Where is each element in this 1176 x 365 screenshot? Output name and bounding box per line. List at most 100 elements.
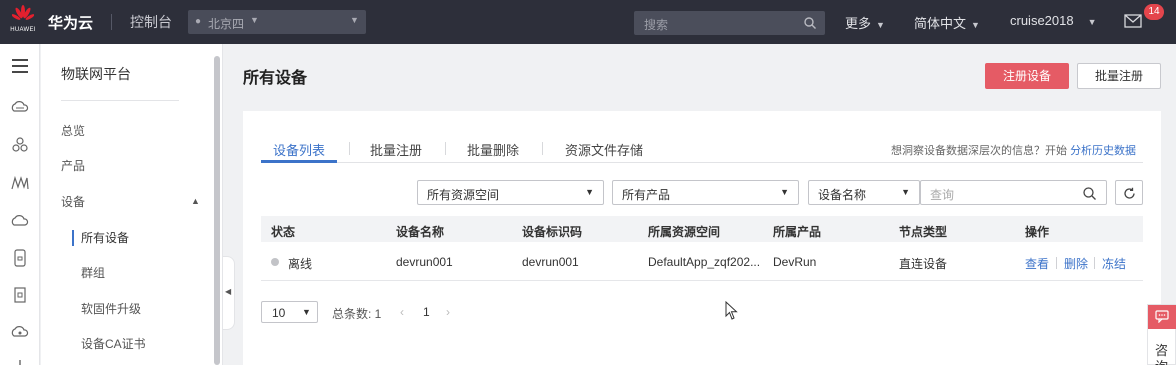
sidebar-item-device-ca[interactable]: 设备CA证书	[81, 335, 146, 352]
sidebar-scrollbar[interactable]	[214, 56, 220, 365]
console-link[interactable]: 控制台	[130, 12, 172, 32]
search-field-value: 设备名称	[818, 188, 867, 202]
sidebar-title: 物联网平台	[61, 66, 131, 82]
mail-count-badge: 14	[1144, 4, 1164, 20]
collapse-sidebar-button[interactable]: ◀	[223, 256, 235, 330]
service-icon-rail	[0, 44, 40, 365]
cloud-server-icon[interactable]	[10, 97, 30, 117]
action-divider	[1056, 257, 1057, 269]
network-icon[interactable]	[10, 173, 30, 193]
cell-device-name: devrun001	[396, 255, 453, 269]
query-placeholder: 查询	[930, 188, 955, 202]
query-input[interactable]: 查询	[920, 180, 1107, 205]
add-icon[interactable]	[10, 356, 30, 365]
sidebar-item-devices[interactable]: 设备	[61, 193, 85, 210]
page-title: 所有设备	[243, 70, 308, 87]
view-action[interactable]: 查看	[1025, 255, 1049, 272]
chevron-down-icon: ▼	[585, 187, 594, 197]
region-selector[interactable]: ● 北京四 ▼ ▼	[188, 10, 366, 34]
caret-down-icon: ▼	[876, 20, 885, 30]
tab-batch-delete[interactable]: 批量删除	[467, 140, 519, 159]
consult-header	[1148, 305, 1176, 329]
batch-register-button[interactable]: 批量注册	[1077, 63, 1161, 89]
global-search-input[interactable]: 搜索	[634, 11, 825, 35]
resource-space-select[interactable]: 所有资源空间 ▼	[417, 180, 604, 205]
column-header-status: 状态	[271, 225, 296, 239]
freeze-action[interactable]: 冻结	[1102, 255, 1126, 272]
chevron-down-icon: ▼	[250, 15, 259, 25]
action-divider	[1094, 257, 1095, 269]
divider	[61, 100, 179, 101]
chevron-down-icon: ▼	[350, 15, 359, 25]
cluster-icon[interactable]	[10, 135, 30, 155]
column-header-device-name: 设备名称	[396, 225, 445, 239]
username: cruise2018	[1010, 13, 1074, 28]
more-menu[interactable]: 更多 ▼	[845, 13, 885, 32]
register-device-button[interactable]: 注册设备	[985, 63, 1069, 89]
tab-batch-register[interactable]: 批量注册	[370, 140, 422, 159]
sidebar-item-all-devices[interactable]: 所有设备	[81, 229, 129, 246]
cell-product: DevRun	[773, 255, 817, 269]
analytics-hint: 想洞察设备数据深层次的信息？开始 分析历史数据	[891, 142, 1136, 158]
caret-down-icon: ▼	[1087, 17, 1097, 27]
cell-node-type: 直连设备	[899, 257, 948, 271]
tab-divider	[445, 142, 446, 155]
brand-name[interactable]: 华为云	[48, 12, 93, 33]
document-icon[interactable]	[10, 285, 30, 305]
search-icon[interactable]	[1083, 187, 1096, 200]
tabs-divider	[261, 162, 1143, 163]
sidebar-item-groups[interactable]: 群组	[81, 264, 105, 281]
sidebar-item-firmware-upgrade[interactable]: 软固件升级	[81, 300, 141, 317]
user-menu[interactable]: cruise2018 ▼	[1010, 13, 1097, 28]
tab-divider	[349, 142, 350, 155]
logo-text: HUAWEI	[10, 27, 36, 33]
huawei-logo[interactable]: HUAWEI	[6, 5, 40, 39]
tab-resource-storage[interactable]: 资源文件存储	[565, 140, 643, 159]
menu-icon[interactable]	[10, 56, 30, 76]
chat-icon	[1155, 310, 1169, 323]
top-bar: HUAWEI 华为云 控制台 ● 北京四 ▼ ▼ 搜索 更多 ▼ 简体中文 ▼ cr…	[0, 0, 1176, 44]
total-count: 总条数: 1	[332, 307, 382, 321]
search-icon[interactable]	[804, 17, 816, 29]
sidebar-item-products[interactable]: 产品	[61, 157, 85, 174]
cell-resource-space: DefaultApp_zqf202...	[648, 255, 761, 269]
storage-icon[interactable]	[10, 248, 30, 268]
product-select[interactable]: 所有产品 ▼	[612, 180, 799, 205]
tab-divider	[542, 142, 543, 155]
active-indicator	[72, 230, 74, 246]
caret-up-icon[interactable]: ▲	[191, 196, 200, 206]
cloud-service-icon[interactable]	[10, 322, 30, 342]
divider	[111, 14, 112, 30]
more-label: 更多	[845, 16, 872, 31]
cloud-icon[interactable]	[10, 211, 30, 231]
consult-widget[interactable]: 咨 询	[1147, 304, 1176, 365]
column-header-node-type: 节点类型	[899, 225, 948, 239]
refresh-icon	[1124, 187, 1135, 199]
location-pin-icon: ●	[195, 16, 202, 27]
page-size-select[interactable]: 10 ▼	[261, 301, 318, 323]
huawei-logo-icon	[12, 5, 34, 20]
page-number[interactable]: 1	[423, 305, 430, 319]
caret-down-icon: ▼	[971, 20, 980, 30]
cell-status: 离线	[288, 257, 313, 271]
tab-device-list[interactable]: 设备列表	[273, 140, 325, 159]
page-size-value: 10	[272, 306, 286, 320]
mail-icon[interactable]	[1124, 13, 1142, 29]
analyze-history-link[interactable]: 分析历史数据	[1070, 145, 1136, 157]
column-header-resource-space: 所属资源空间	[648, 225, 721, 239]
search-field-select[interactable]: 设备名称 ▼	[808, 180, 920, 205]
prev-page-button[interactable]: ‹	[400, 305, 404, 319]
delete-action[interactable]: 删除	[1064, 255, 1088, 272]
chevron-down-icon: ▼	[901, 187, 910, 197]
cell-device-id: devrun001	[522, 255, 579, 269]
resource-space-value: 所有资源空间	[427, 188, 500, 202]
chevron-down-icon: ▼	[780, 187, 789, 197]
next-page-button[interactable]: ›	[446, 305, 450, 319]
consult-label: 询	[1155, 356, 1168, 365]
caret-left-icon: ◀	[225, 287, 232, 296]
chevron-down-icon: ▼	[302, 307, 311, 317]
mouse-cursor-icon	[725, 301, 738, 320]
refresh-button[interactable]	[1115, 180, 1143, 205]
language-menu[interactable]: 简体中文 ▼	[914, 13, 980, 32]
sidebar-item-overview[interactable]: 总览	[61, 122, 85, 139]
